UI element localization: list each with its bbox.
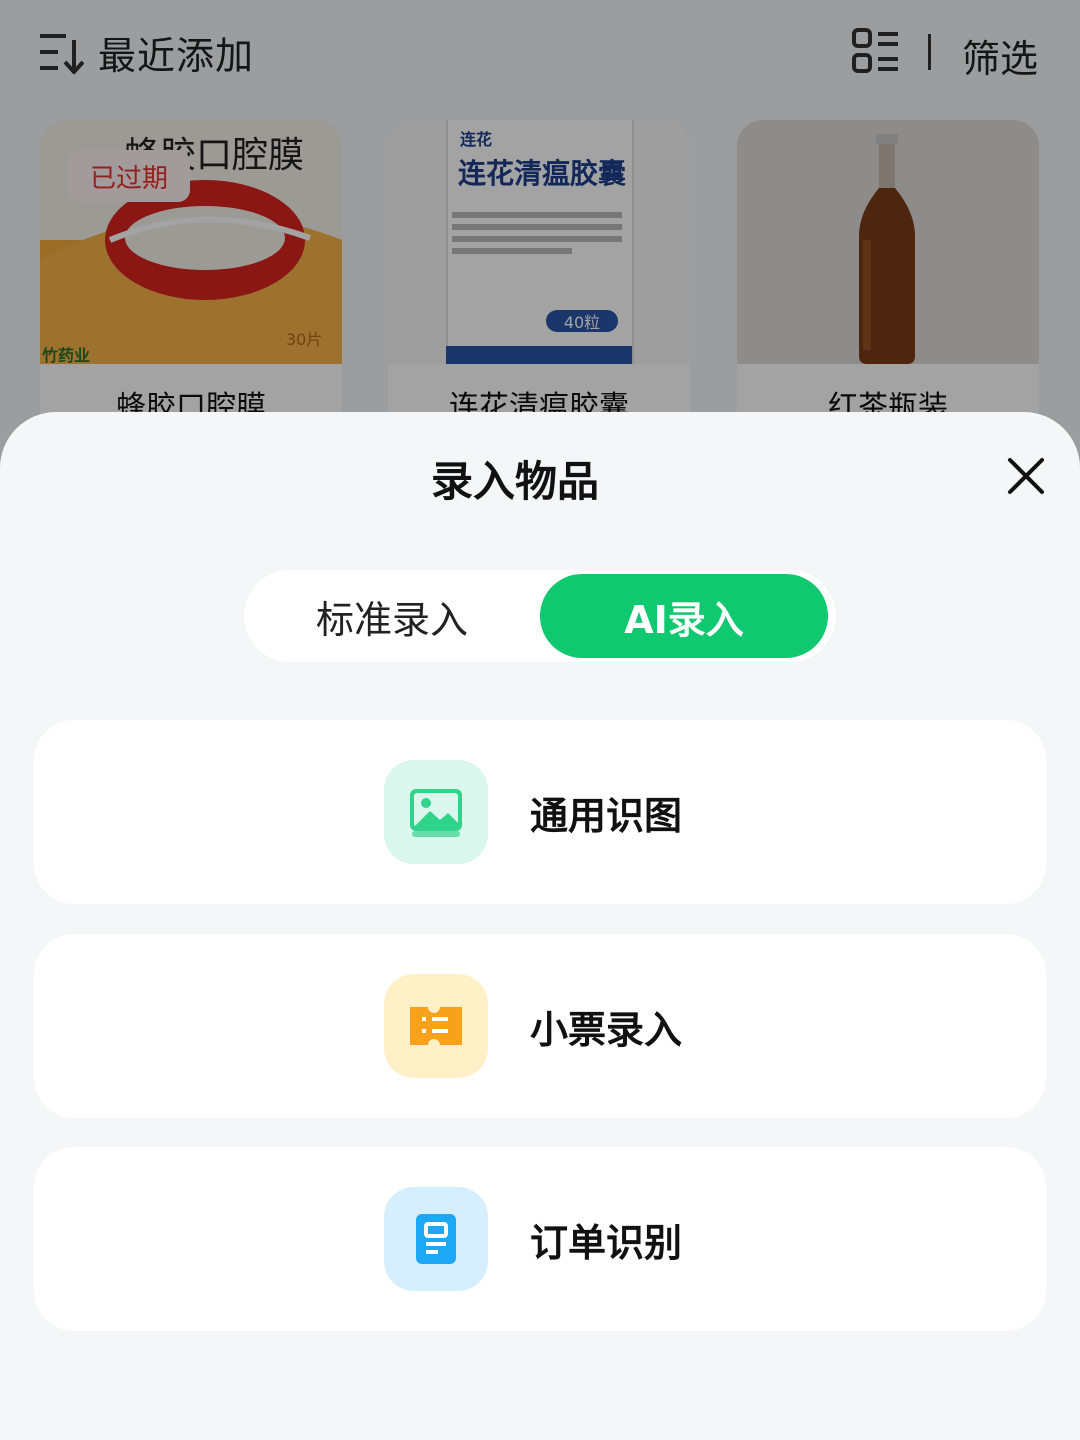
receipt-icon: [384, 974, 488, 1078]
entry-mode-switch: 标准录入 AI录入: [244, 570, 836, 662]
sheet-title: 录入物品: [430, 457, 599, 506]
option-label: 订单识别: [530, 1220, 683, 1265]
image-icon: [384, 760, 488, 864]
option-order-recognition[interactable]: 订单识别: [34, 1147, 1046, 1331]
tab-ai-entry[interactable]: AI录入: [540, 574, 828, 658]
add-item-sheet: 录入物品 标准录入 AI录入 通用识图 小票录入 订单识别: [0, 412, 1080, 1440]
option-general-image-recognition[interactable]: 通用识图: [34, 720, 1046, 904]
option-label: 通用识图: [530, 793, 683, 838]
order-document-icon: [384, 1187, 488, 1291]
close-icon[interactable]: [998, 448, 1054, 504]
tab-standard-entry[interactable]: 标准录入: [244, 570, 540, 662]
option-receipt-entry[interactable]: 小票录入: [34, 934, 1046, 1118]
option-label: 小票录入: [530, 1007, 683, 1052]
